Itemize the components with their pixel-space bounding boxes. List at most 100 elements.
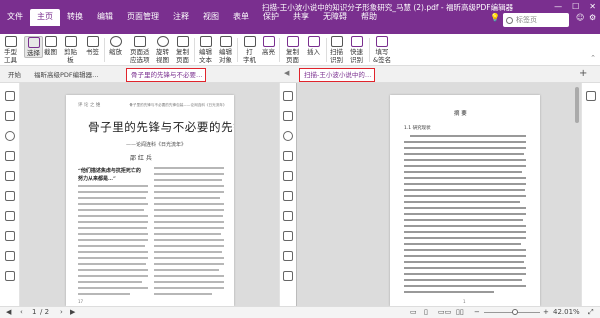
- text-line: [404, 243, 521, 245]
- ribbon-separator: [279, 38, 280, 62]
- menu-page-manage[interactable]: 页面管理: [120, 9, 166, 25]
- tab-start[interactable]: 开始: [4, 68, 25, 82]
- menu-form[interactable]: 表单: [226, 9, 256, 25]
- hand-tool-button[interactable]: 手型 工具: [4, 36, 17, 64]
- vertical-scrollbar[interactable]: [575, 87, 579, 123]
- content-panel-icon[interactable]: [283, 211, 293, 221]
- single-page-view-icon[interactable]: ▭: [410, 308, 417, 316]
- layers-panel-icon[interactable]: [283, 151, 293, 161]
- comment-panel-icon[interactable]: [283, 131, 293, 141]
- maximize-button[interactable]: ☐: [572, 2, 579, 11]
- zoom-level[interactable]: 42.01%: [553, 308, 580, 316]
- two-page-view-icon[interactable]: ▭▭: [438, 308, 451, 316]
- comment-panel-icon[interactable]: [5, 131, 15, 141]
- destinations-panel-icon[interactable]: [5, 271, 15, 281]
- content-panel-icon[interactable]: [5, 211, 15, 221]
- zoom-button[interactable]: 缩放: [109, 36, 122, 56]
- collapse-ribbon-icon[interactable]: ⌃: [590, 54, 596, 62]
- menu-view[interactable]: 视图: [196, 9, 226, 25]
- last-page-button[interactable]: ▶: [70, 308, 75, 316]
- page-fit-button[interactable]: 页面适 应选项: [130, 36, 150, 64]
- pen-icon: [376, 36, 389, 47]
- menu-help[interactable]: 帮助: [354, 9, 384, 25]
- tab-document-3[interactable]: 扫描-王小波小说中的… ✕: [299, 68, 375, 82]
- rotate-view-button[interactable]: 旋转 视图: [156, 36, 169, 64]
- signature-panel-icon[interactable]: [283, 251, 293, 261]
- menu-file[interactable]: 文件: [0, 9, 30, 25]
- menu-convert[interactable]: 转换: [60, 9, 90, 25]
- edit-text-icon: [199, 36, 212, 47]
- page-number-input[interactable]: 1: [32, 308, 36, 316]
- fill-sign-button[interactable]: 填写 &签名: [373, 36, 391, 64]
- menu-edit[interactable]: 编辑: [90, 9, 120, 25]
- tab-document-2[interactable]: 骨子里的先锋与不必要… ✕: [126, 68, 206, 82]
- tab-document-1[interactable]: 福昕高级PDF编辑器…: [30, 68, 124, 82]
- thumbnail-panel-icon[interactable]: [283, 111, 293, 121]
- menu-home[interactable]: 主页: [30, 8, 60, 26]
- page-header-left: 评 论 之 维: [78, 103, 101, 108]
- text-line: [154, 197, 220, 199]
- panel-toggle-icon[interactable]: [283, 91, 293, 101]
- new-tab-button[interactable]: +: [579, 68, 587, 79]
- text-line: [154, 173, 224, 175]
- copy-page-button-2[interactable]: 复制 页面: [286, 36, 299, 64]
- attachment-panel-icon[interactable]: [5, 171, 15, 181]
- menu-share[interactable]: 共享: [286, 9, 316, 25]
- destinations-panel-icon[interactable]: [283, 271, 293, 281]
- zoom-in-button[interactable]: +: [543, 308, 549, 316]
- typewriter-button[interactable]: 打 字机: [243, 36, 256, 64]
- menu-accessibility[interactable]: 无障碍: [316, 9, 354, 25]
- tab-label: 骨子里的先锋与不必要…: [131, 71, 203, 79]
- document-pane-right[interactable]: 摘 要 1.1 研究现状 1 ◦◦: [297, 83, 595, 306]
- text-line: [404, 171, 522, 173]
- continuous-view-icon[interactable]: ▯: [424, 308, 428, 316]
- properties-panel-icon[interactable]: [586, 91, 596, 101]
- layers-panel-icon[interactable]: [5, 151, 15, 161]
- highlight-button[interactable]: 高亮: [262, 36, 275, 56]
- tag-panel-icon[interactable]: [5, 231, 15, 241]
- menu-protect[interactable]: 保护: [256, 9, 286, 25]
- bookmark-panel-icon[interactable]: [5, 91, 15, 101]
- quick-ocr-icon: [350, 36, 363, 47]
- text-line: [78, 269, 148, 271]
- lightbulb-icon[interactable]: 💡: [490, 13, 500, 22]
- minimize-button[interactable]: —: [554, 2, 562, 11]
- text-line: [154, 263, 224, 265]
- attachment-panel-icon[interactable]: [283, 171, 293, 181]
- prev-page-button[interactable]: ‹: [20, 308, 23, 316]
- insert-button[interactable]: 插入: [307, 36, 320, 56]
- menu-comment[interactable]: 注释: [166, 9, 196, 25]
- fullscreen-icon[interactable]: ⤢: [588, 308, 594, 317]
- page-fit-icon: [133, 36, 146, 47]
- document-pane-left[interactable]: 评 论 之 维 骨子里的先锋与不必要的先锋包装——论阎连科《日光流年》 骨子里的…: [20, 83, 279, 306]
- next-page-button[interactable]: ›: [60, 308, 63, 316]
- zoom-out-button[interactable]: −: [474, 308, 480, 316]
- user-icon[interactable]: ☺: [576, 13, 584, 22]
- scan-ocr-button[interactable]: 扫描 识别: [330, 36, 343, 64]
- thumbnail-panel-icon[interactable]: [5, 111, 15, 121]
- security-panel-icon[interactable]: [283, 191, 293, 201]
- quick-ocr-button[interactable]: 快速 识别: [350, 36, 363, 64]
- zoom-slider-handle[interactable]: [511, 309, 518, 315]
- ribbon-separator: [194, 38, 195, 62]
- security-panel-icon[interactable]: [5, 191, 15, 201]
- search-input[interactable]: 标签页: [503, 13, 569, 27]
- first-page-button[interactable]: ◀: [6, 308, 11, 316]
- signature-panel-icon[interactable]: [5, 251, 15, 261]
- search-icon: [506, 16, 513, 24]
- tag-panel-icon[interactable]: [283, 231, 293, 241]
- snapshot-button[interactable]: 截图: [44, 36, 57, 56]
- text-line: [404, 291, 494, 293]
- copy-page-button[interactable]: 复制 页面: [176, 36, 189, 64]
- edit-text-button[interactable]: 编辑 文本: [199, 36, 212, 64]
- clipboard-button[interactable]: 剪贴 板: [64, 36, 77, 64]
- two-page-scroll-icon[interactable]: ▯▯: [456, 308, 464, 316]
- edit-object-button[interactable]: 编辑 对象: [219, 36, 232, 64]
- text-line: [404, 183, 526, 185]
- select-tool-button[interactable]: 选择: [24, 36, 43, 58]
- settings-icon[interactable]: ⚙: [589, 13, 596, 22]
- right-side-toolbar: [581, 83, 600, 306]
- close-window-button[interactable]: ✕: [589, 2, 596, 11]
- bookmark-button[interactable]: 书签: [86, 36, 99, 56]
- tab-scroll-left-icon[interactable]: ◀: [284, 69, 289, 77]
